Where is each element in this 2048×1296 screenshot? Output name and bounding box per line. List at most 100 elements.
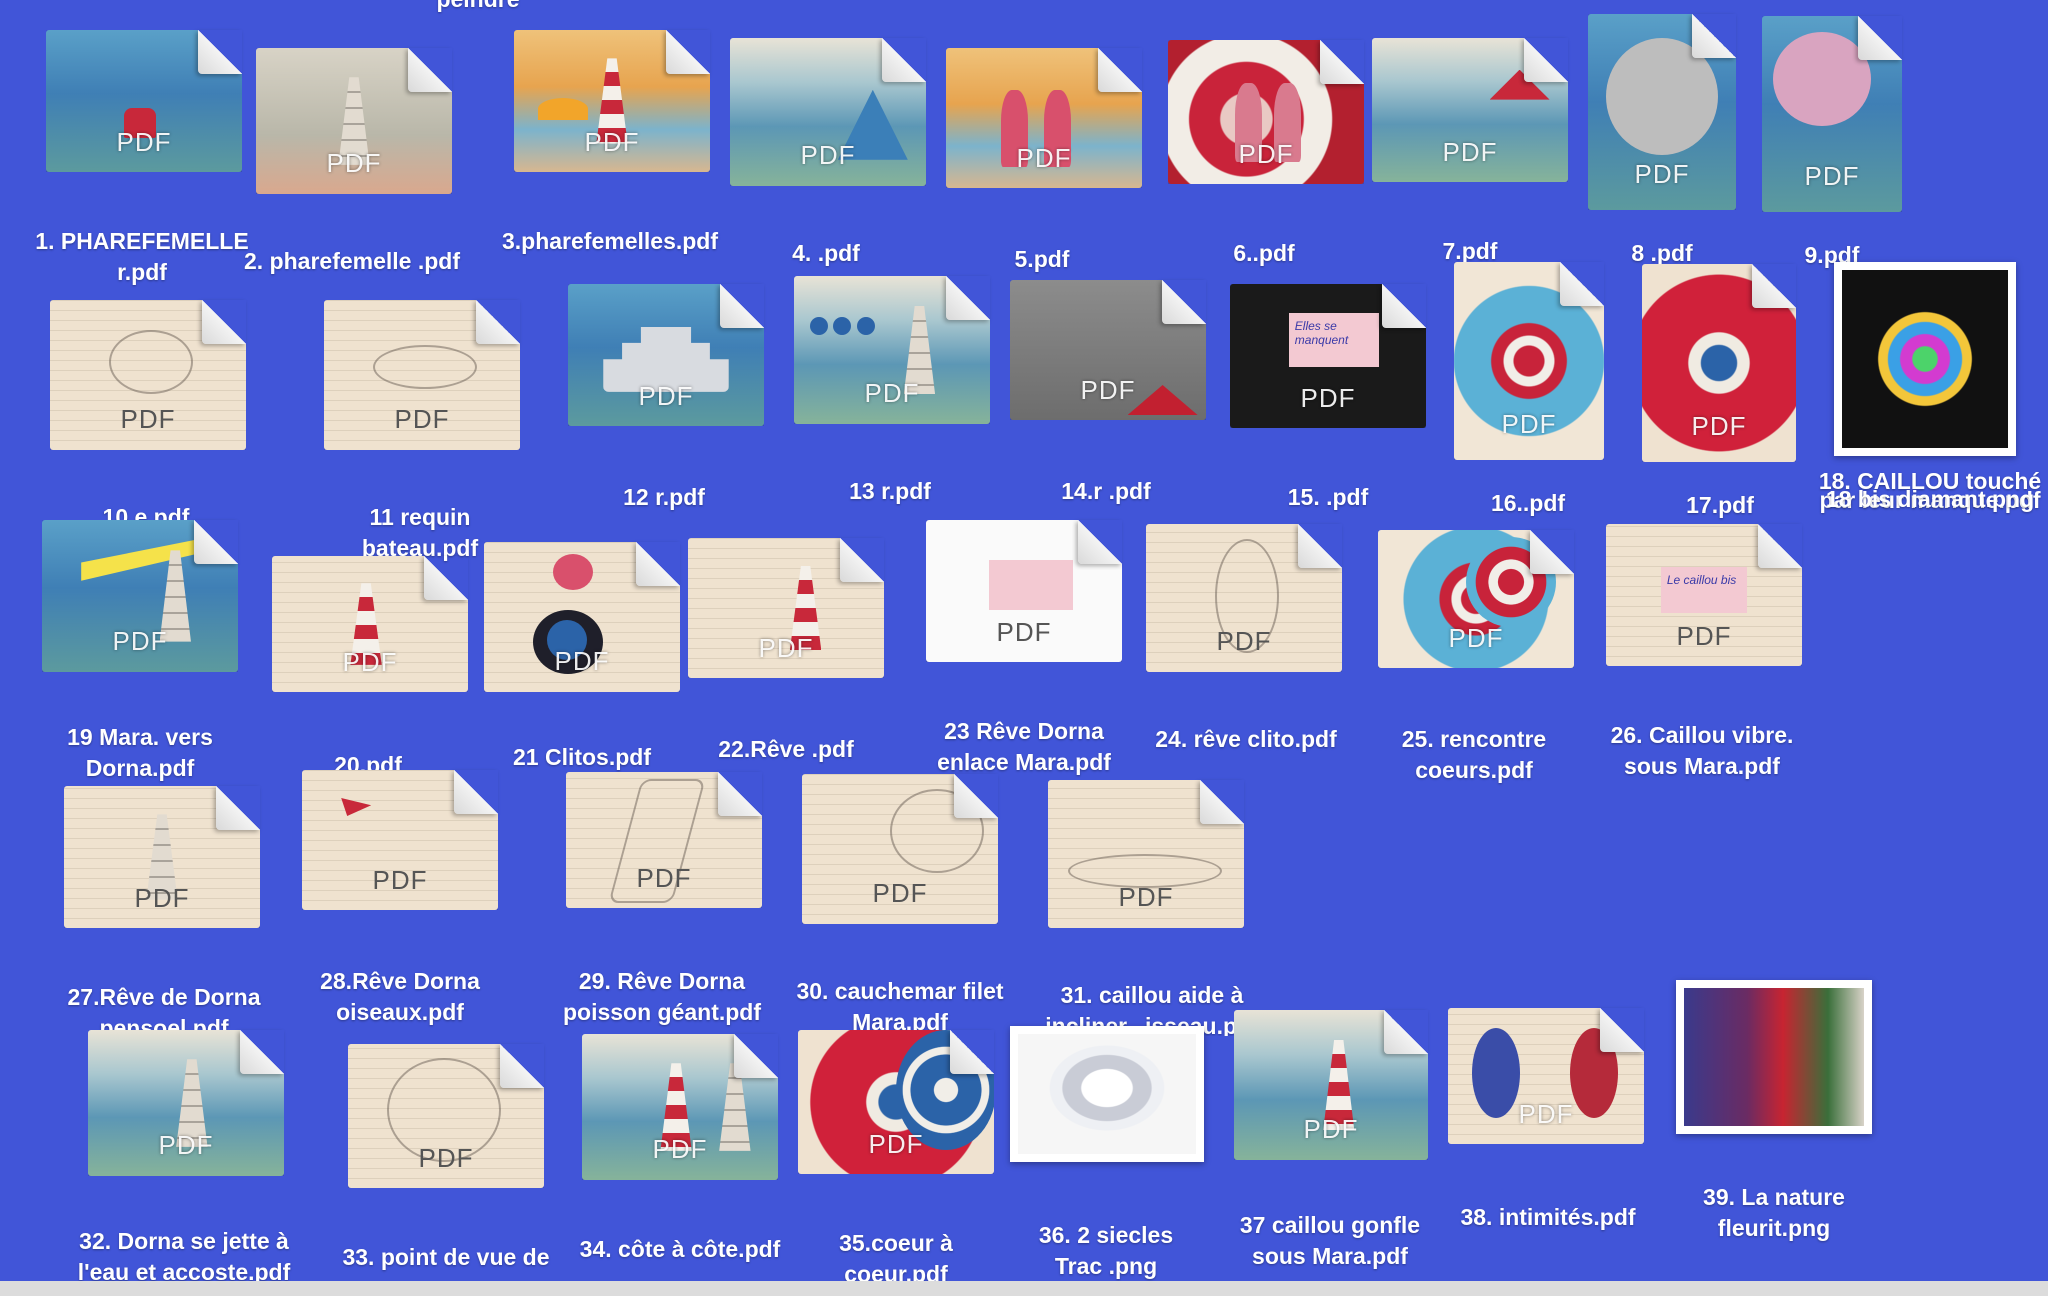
page-fold-icon [1382,284,1426,328]
file-label-33[interactable]: 33. point de vue de [316,1242,576,1273]
page-fold-icon [1600,1008,1644,1052]
file-label-24[interactable]: 24. rêve clito.pdf [1126,724,1366,755]
file-icon-21[interactable]: PDF [484,542,680,692]
page-fold-icon [202,300,246,344]
file-icon-23[interactable]: PDF [926,520,1122,662]
image-thumbnail-36[interactable] [1010,1026,1204,1162]
file-label-27[interactable]: 27.Rêve de Dorna pensoel.pdf [54,982,274,1032]
file-icon-17[interactable]: PDF [1642,264,1796,462]
file-icon-5[interactable]: PDF [946,48,1142,188]
file-label-28[interactable]: 28.Rêve Dorna oiseaux.pdf [300,966,500,1028]
file-label-6[interactable]: 6..pdf [1144,238,1384,269]
file-icon-24[interactable]: PDF [1146,524,1342,672]
file-icon-2[interactable]: PDF [256,48,452,194]
file-label-11[interactable]: 11 requin bateau.pdf [340,502,500,564]
partial-folder-label[interactable]: peindre [358,0,598,15]
file-icon-38[interactable]: PDF [1448,1008,1644,1144]
pdf-badge: PDF [864,378,920,409]
page-fold-icon [1524,38,1568,82]
file-icon-19[interactable]: PDF [42,520,238,672]
pdf-badge: PDF [1691,411,1747,442]
file-label-18b[interactable]: 18 bis diamant.png [1815,486,2045,512]
pdf-badge: PDF [584,126,640,157]
file-label-29[interactable]: 29. Rêve Dorna poisson géant.pdf [542,966,782,1028]
file-label-23[interactable]: 23 Rêve Dorna enlace Mara.pdf [914,716,1134,778]
file-label-2[interactable]: 2. pharefemelle .pdf [222,246,482,277]
pdf-badge: PDF [1238,138,1294,169]
pdf-badge: PDF [758,633,814,663]
file-label-39[interactable]: 39. La nature fleurit.png [1684,1182,1864,1244]
file-icon-15[interactable]: Elles se manquent PDF [1230,284,1426,428]
file-icon-29[interactable]: PDF [566,772,762,908]
file-icon-7[interactable]: PDF [1372,38,1568,182]
file-icon-8[interactable]: PDF [1588,14,1736,210]
file-label-5[interactable]: 5.pdf [922,244,1162,275]
file-icon-6[interactable]: PDF [1168,40,1364,184]
file-icon-27[interactable]: PDF [64,786,260,928]
page-fold-icon [1758,524,1802,568]
image-thumbnail-18[interactable] [1834,262,2016,456]
page-fold-icon [636,542,680,586]
file-icon-14[interactable]: PDF [1010,280,1206,420]
pdf-badge: PDF [1501,409,1557,440]
file-icon-1[interactable]: PDF [46,30,242,172]
pdf-badge: PDF [372,865,428,895]
image-thumbnail-39[interactable] [1676,980,1872,1134]
file-label-19[interactable]: 19 Mara. vers Dorna.pdf [40,722,240,784]
file-label-4[interactable]: 4. .pdf [706,238,946,269]
page-fold-icon [1098,48,1142,92]
file-icon-37[interactable]: PDF [1234,1010,1428,1160]
file-icon-9[interactable]: PDF [1762,16,1902,212]
file-icon-12[interactable]: PDF [568,284,764,426]
pdf-badge: PDF [554,646,610,676]
file-label-22[interactable]: 22.Rêve .pdf [666,734,906,765]
file-label-37[interactable]: 37 caillou gonfle sous Mara.pdf [1220,1210,1440,1272]
file-icon-10[interactable]: PDF [50,300,246,450]
file-icon-13[interactable]: PDF [794,276,990,424]
file-icon-30[interactable]: PDF [802,774,998,924]
pdf-badge: PDF [1676,620,1732,651]
file-icon-3[interactable]: PDF [514,30,710,172]
page-fold-icon [720,284,764,328]
page-fold-icon [198,30,242,74]
pdf-badge: PDF [1118,882,1174,913]
file-label-13[interactable]: 13 r.pdf [770,476,1010,507]
pdf-badge: PDF [112,625,168,656]
pdf-badge: PDF [116,126,172,157]
page-fold-icon [840,538,884,582]
file-label-30[interactable]: 30. cauchemar filet Mara.pdf [775,976,1025,1034]
page-fold-icon [1530,530,1574,574]
file-icon-4[interactable]: PDF [730,38,926,186]
file-label-12[interactable]: 12 r.pdf [544,482,784,513]
file-icon-20[interactable]: PDF [272,556,468,692]
pdf-badge: PDF [636,863,692,894]
file-icon-16[interactable]: PDF [1454,262,1604,460]
pdf-badge: PDF [1448,623,1504,654]
file-label-14[interactable]: 14.r .pdf [986,476,1226,507]
file-label-26[interactable]: 26. Caillou vibre. sous Mara.pdf [1592,720,1812,782]
file-icon-34[interactable]: PDF [582,1034,778,1180]
file-icon-26[interactable]: Le caillou bis PDF [1606,524,1802,666]
page-fold-icon [1384,1010,1428,1054]
file-icon-22[interactable]: PDF [688,538,884,678]
page-fold-icon [476,300,520,344]
file-icon-35[interactable]: PDF [798,1030,994,1174]
page-fold-icon [424,556,468,600]
file-label-32[interactable]: 32. Dorna se jette à l'eau et accoste.pd… [54,1226,314,1288]
file-label-34[interactable]: 34. côte à côte.pdf [555,1234,805,1265]
file-label-17[interactable]: 17.pdf [1600,490,1840,521]
file-label-25[interactable]: 25. rencontre coeurs.pdf [1374,724,1574,786]
file-label-36[interactable]: 36. 2 siecles Trac .png [1016,1220,1196,1282]
pdf-badge: PDF [1300,382,1356,413]
file-icon-11[interactable]: PDF [324,300,520,450]
file-icon-32[interactable]: PDF [88,1030,284,1176]
file-icon-28[interactable]: PDF [302,770,498,910]
file-icon-31[interactable]: PDF [1048,780,1244,928]
pdf-badge: PDF [872,878,928,908]
pdf-badge: PDF [1442,136,1498,167]
file-label-3[interactable]: 3.pharefemelles.pdf [490,226,730,257]
file-label-38[interactable]: 38. intimités.pdf [1428,1202,1668,1233]
file-icon-33[interactable]: PDF [348,1044,544,1188]
pdf-badge: PDF [1216,626,1272,657]
file-icon-25[interactable]: PDF [1378,530,1574,668]
